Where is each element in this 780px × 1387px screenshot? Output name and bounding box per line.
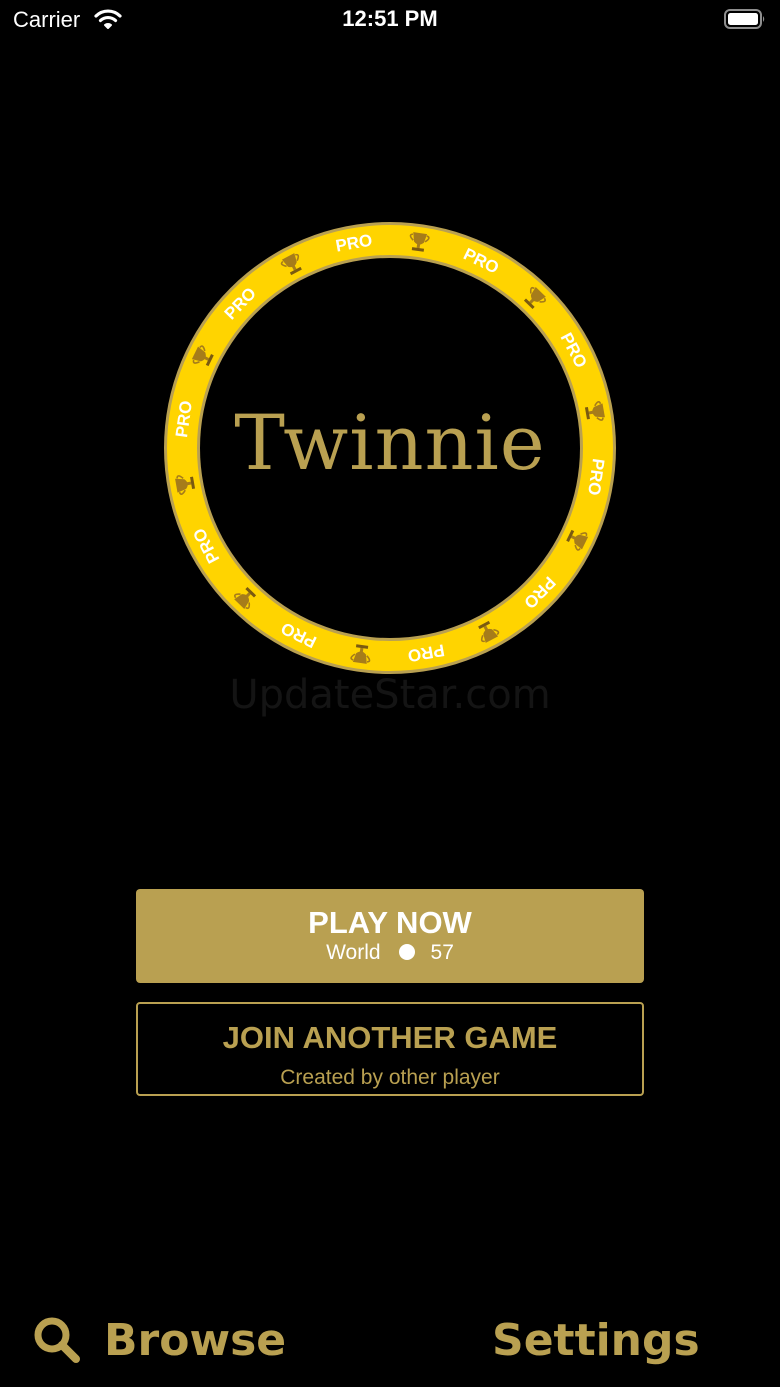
play-now-button[interactable]: PLAY NOW World 57: [136, 889, 644, 983]
join-game-subtitle: Created by other player: [280, 1066, 500, 1089]
status-bar: Carrier 12:51 PM: [0, 0, 780, 40]
join-another-game-button[interactable]: JOIN ANOTHER GAME Created by other playe…: [136, 1002, 644, 1096]
status-time: 12:51 PM: [342, 6, 438, 31]
browse-button[interactable]: Browse: [32, 1310, 286, 1370]
watermark-text: UpdateStar.com: [229, 672, 551, 718]
game-mode-label: World: [326, 941, 381, 964]
app-logo-title: Twinnie: [234, 398, 546, 487]
settings-label: Settings: [492, 1314, 700, 1366]
join-game-label: JOIN ANOTHER GAME: [222, 1020, 558, 1055]
browse-label: Browse: [104, 1314, 287, 1366]
battery-icon: [724, 9, 765, 29]
status-dot-icon: [398, 944, 415, 960]
play-now-subtitle: World 57: [136, 941, 644, 965]
play-now-label: PLAY NOW: [308, 905, 472, 940]
online-count: 57: [430, 941, 454, 964]
search-icon: [34, 1317, 80, 1363]
settings-button[interactable]: Settings: [492, 1310, 700, 1370]
